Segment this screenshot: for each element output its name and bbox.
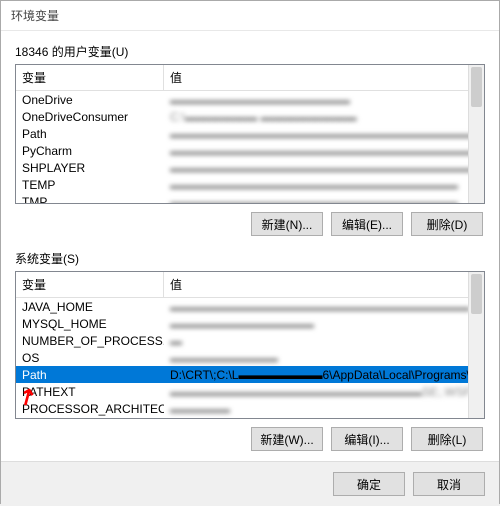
var-name: Path [16,126,164,142]
table-row[interactable]: MYSQL_HOME▬▬▬▬▬▬▬▬▬▬▬▬ [16,315,484,332]
table-row[interactable]: SHPLAYER▬▬▬▬▬▬▬▬▬▬▬▬▬▬▬▬▬▬▬▬▬▬▬▬▬▬▬▬3.1.… [16,159,484,176]
env-vars-dialog: 环境变量 18346 的用户变量(U) 变量 值 OneDrive▬▬▬▬▬▬▬… [0,0,500,504]
var-value: ▬▬▬▬▬▬▬▬▬▬▬▬▬▬▬ [164,92,484,108]
table-header: 变量 值 [16,272,484,298]
table-row[interactable]: PATHEXT▬▬▬▬▬▬▬▬▬▬▬▬▬▬▬▬▬▬▬▬▬SE;.WSF;.WSH… [16,383,484,400]
var-value: C:\▬▬▬▬▬▬ ▬▬▬▬▬▬▬▬ [164,109,484,125]
table-row[interactable]: PathD:\CRT\;C:\L▬▬▬▬▬▬▬6\AppData\Local\P… [16,366,484,383]
col-value[interactable]: 值 [164,65,484,90]
user-delete-button[interactable]: 删除(D) [411,212,483,236]
table-row[interactable]: PROCESSOR_IDENTIFIER▬▬▬▬▬▬▬▬▬▬▬▬▬▬▬▬▬▬▬▬… [16,417,484,419]
var-value: ▬▬▬▬▬▬▬▬▬▬▬▬▬▬▬▬▬▬▬▬▬▬▬▬▬▬▬▬3.1.0 [164,160,484,176]
var-value: ▬▬▬▬▬▬▬▬▬▬▬▬▬▬▬▬▬▬▬▬▬▬▬▬▬▬▬tel [164,418,484,420]
var-name: OneDrive [16,92,164,108]
table-row[interactable]: TEMP▬▬▬▬▬▬▬▬▬▬▬▬▬▬▬▬▬▬▬▬▬▬▬▬ [16,176,484,193]
system-vars-table[interactable]: 变量 值 JAVA_HOME▬▬▬▬▬▬▬▬▬▬▬▬▬▬▬▬▬▬▬▬▬▬▬▬▬M… [15,271,485,419]
var-name: Path [16,367,164,383]
var-name: PATHEXT [16,384,164,400]
var-value: ▬▬▬▬▬▬▬▬▬▬▬▬ [164,316,484,332]
dialog-content: 18346 的用户变量(U) 变量 值 OneDrive▬▬▬▬▬▬▬▬▬▬▬▬… [1,31,499,461]
var-value: D:\CRT\;C:\L▬▬▬▬▬▬▬6\AppData\Local\Progr… [164,367,484,383]
system-vars-label: 系统变量(S) [15,250,485,267]
system-vars-buttons: 新建(W)... 编辑(I)... 删除(L) [15,419,485,455]
var-name: TMP [16,194,164,205]
var-name: PyCharm [16,143,164,159]
var-value: ▬▬▬▬▬▬▬▬▬▬▬▬▬▬▬▬▬▬▬▬▬▬▬▬▬ [164,299,484,315]
table-row[interactable]: NUMBER_OF_PROCESS...▬ [16,332,484,349]
var-value: ▬▬▬▬▬ [164,401,484,417]
system-vars-section: 系统变量(S) 变量 值 JAVA_HOME▬▬▬▬▬▬▬▬▬▬▬▬▬▬▬▬▬▬… [15,250,485,455]
cancel-button[interactable]: 取消 [413,472,485,496]
var-value: ▬ [164,333,484,349]
var-name: OneDriveConsumer [16,109,164,125]
table-row[interactable]: OneDrive▬▬▬▬▬▬▬▬▬▬▬▬▬▬▬ [16,91,484,108]
ok-button[interactable]: 确定 [333,472,405,496]
system-edit-button[interactable]: 编辑(I)... [331,427,403,451]
user-new-button[interactable]: 新建(N)... [251,212,323,236]
var-name: SHPLAYER [16,160,164,176]
var-name: PROCESSOR_IDENTIFIER [16,418,164,420]
table-row[interactable]: PROCESSOR_ARCHITECTU▬▬▬▬▬ [16,400,484,417]
var-value: ▬▬▬▬▬▬▬▬▬▬▬▬▬▬▬▬▬▬▬▬▬▬▬▬▬▬▬▬▬.3.3\bin; [164,143,484,159]
user-vars-section: 18346 的用户变量(U) 变量 值 OneDrive▬▬▬▬▬▬▬▬▬▬▬▬… [15,43,485,240]
col-name[interactable]: 变量 [16,65,164,90]
table-row[interactable]: OneDriveConsumerC:\▬▬▬▬▬▬ ▬▬▬▬▬▬▬▬ [16,108,484,125]
user-vars-label: 18346 的用户变量(U) [15,43,485,60]
var-name: MYSQL_HOME [16,316,164,332]
user-vars-buttons: 新建(N)... 编辑(E)... 删除(D) [15,204,485,240]
var-value: ▬▬▬▬▬▬▬▬▬▬▬▬▬▬▬▬▬▬▬▬▬SE;.WSF;.WSH;.MSC;.… [164,384,484,400]
table-row[interactable]: JAVA_HOME▬▬▬▬▬▬▬▬▬▬▬▬▬▬▬▬▬▬▬▬▬▬▬▬▬ [16,298,484,315]
system-new-button[interactable]: 新建(W)... [251,427,323,451]
var-name: OS [16,350,164,366]
var-name: JAVA_HOME [16,299,164,315]
user-edit-button[interactable]: 编辑(E)... [331,212,403,236]
var-name: NUMBER_OF_PROCESS... [16,333,164,349]
var-value: ▬▬▬▬▬▬▬▬▬ [164,350,484,366]
table-row[interactable]: PyCharm▬▬▬▬▬▬▬▬▬▬▬▬▬▬▬▬▬▬▬▬▬▬▬▬▬▬▬▬▬.3.3… [16,142,484,159]
scrollbar[interactable] [468,272,484,418]
system-delete-button[interactable]: 删除(L) [411,427,483,451]
var-value: ▬▬▬▬▬▬▬▬▬▬▬▬▬▬▬▬▬▬▬▬▬▬▬▬ [164,194,484,205]
user-vars-table[interactable]: 变量 值 OneDrive▬▬▬▬▬▬▬▬▬▬▬▬▬▬▬OneDriveCons… [15,64,485,204]
dialog-buttons: 确定 取消 [1,461,499,506]
var-value: ▬▬▬▬▬▬▬▬▬▬▬▬▬▬▬▬▬▬▬▬▬▬▬▬ [164,177,484,193]
table-row[interactable]: TMP▬▬▬▬▬▬▬▬▬▬▬▬▬▬▬▬▬▬▬▬▬▬▬▬ [16,193,484,204]
var-value: ▬▬▬▬▬▬▬▬▬▬▬▬▬▬▬▬▬▬▬▬▬▬▬▬▬▬▬▬▬2019\py...h… [164,126,484,142]
dialog-title: 环境变量 [1,1,499,31]
table-header: 变量 值 [16,65,484,91]
var-name: TEMP [16,177,164,193]
table-row[interactable]: Path▬▬▬▬▬▬▬▬▬▬▬▬▬▬▬▬▬▬▬▬▬▬▬▬▬▬▬▬▬2019\py… [16,125,484,142]
table-row[interactable]: OS▬▬▬▬▬▬▬▬▬ [16,349,484,366]
scrollbar[interactable] [468,65,484,203]
var-name: PROCESSOR_ARCHITECTU [16,401,164,417]
col-value[interactable]: 值 [164,272,484,297]
col-name[interactable]: 变量 [16,272,164,297]
